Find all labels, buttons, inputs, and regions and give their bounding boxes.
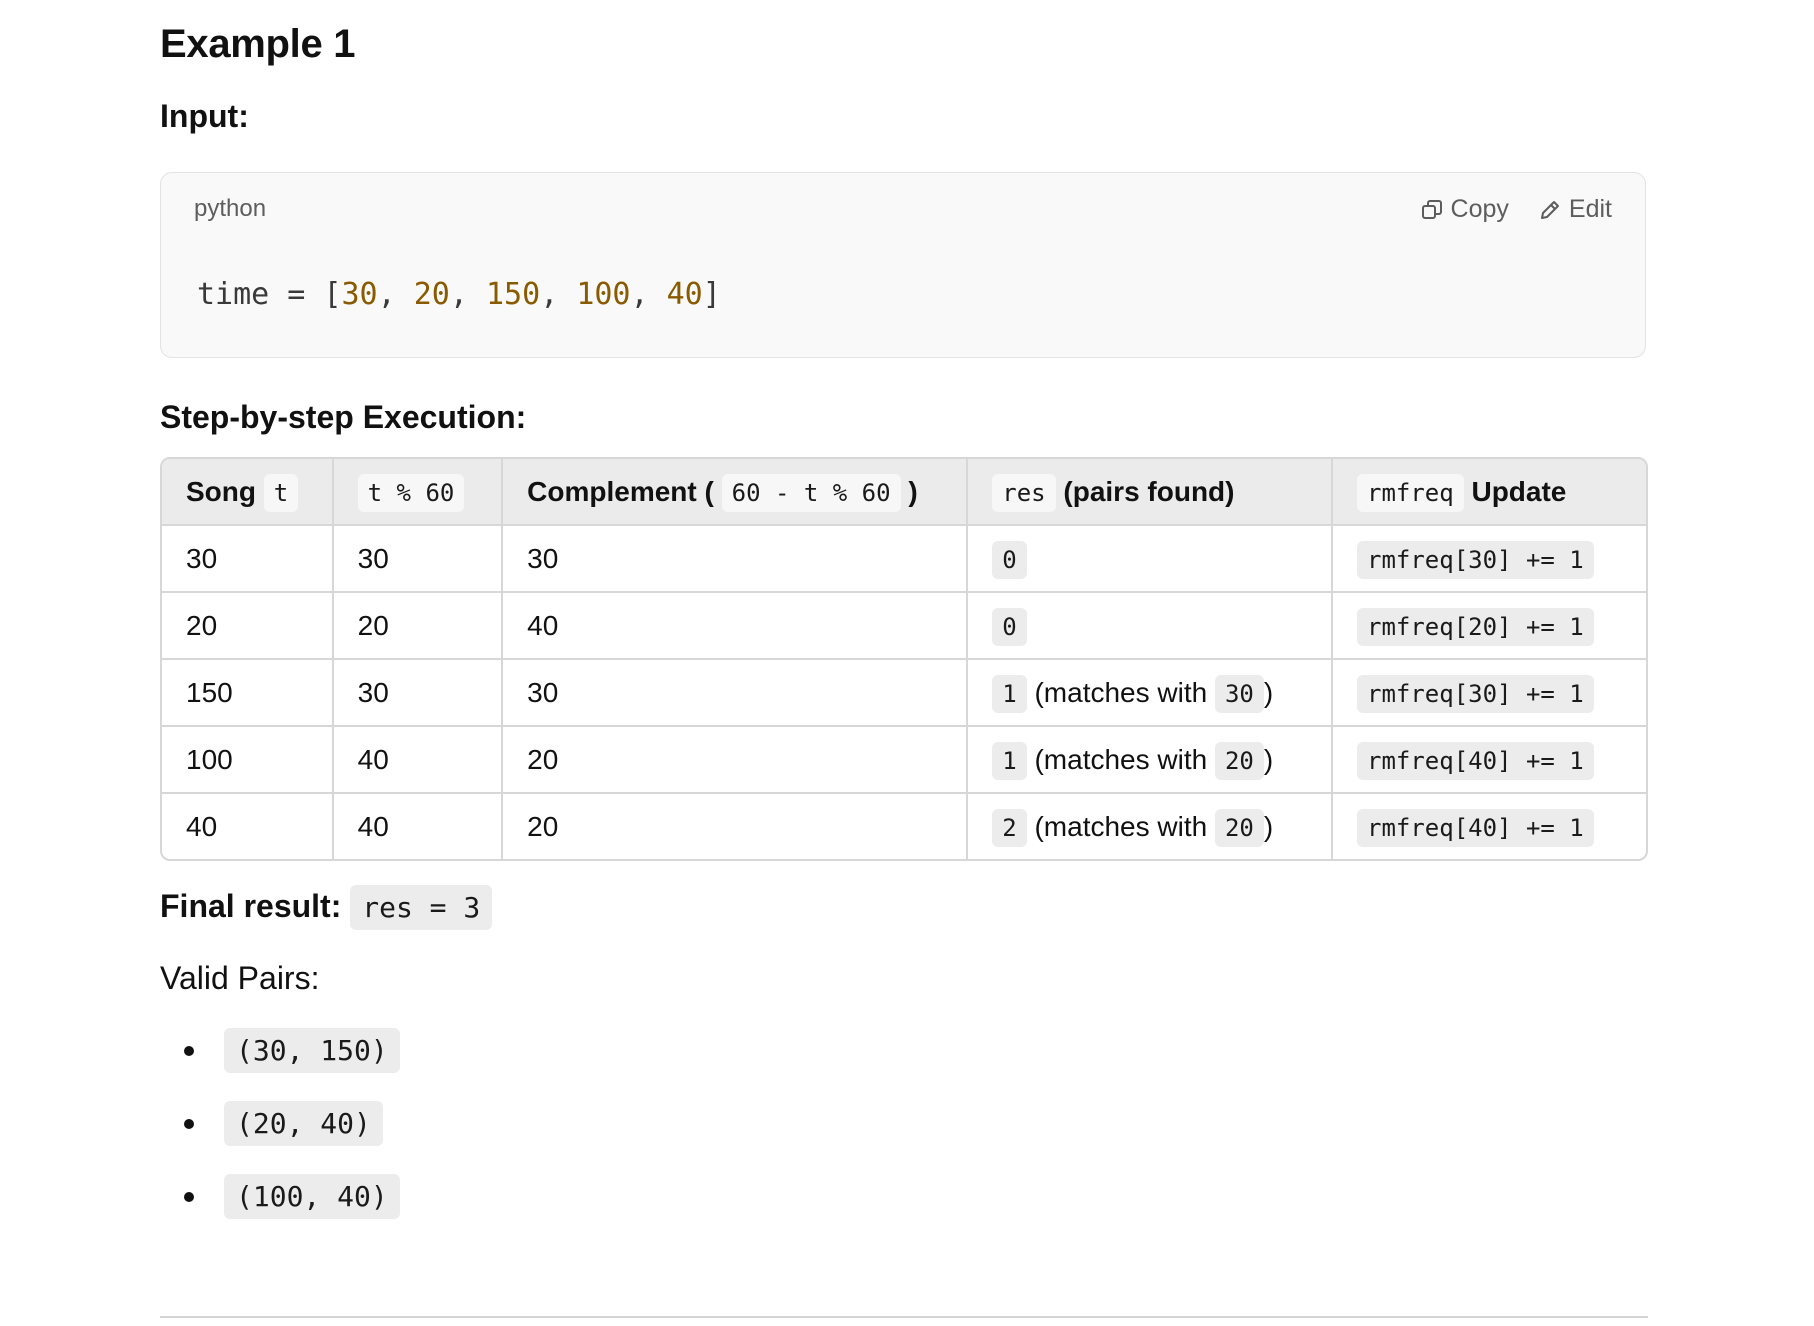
- cell-song: 150: [162, 660, 334, 727]
- table-row: 100 40 20 1 (matches with 20) rmfreq[40]…: [162, 727, 1646, 794]
- divider: [160, 1316, 1648, 1318]
- valid-pairs-heading: Valid Pairs:: [160, 960, 320, 996]
- code-operator: =: [269, 277, 324, 312]
- code-separator: ,: [377, 277, 414, 312]
- cell-complement: 30: [503, 660, 969, 727]
- copy-button[interactable]: Copy: [1421, 195, 1509, 224]
- copy-icon: [1421, 199, 1443, 221]
- cell-res: 1 (matches with 20): [968, 727, 1333, 794]
- final-result-code: res = 3: [350, 885, 493, 930]
- list-item: (100, 40): [160, 1173, 400, 1219]
- cell-song: 100: [162, 727, 334, 794]
- table-row: 20 20 40 0 rmfreq[20] += 1: [162, 593, 1646, 660]
- bullet-icon: [184, 1119, 194, 1129]
- table-row: 30 30 30 0 rmfreq[30] += 1: [162, 526, 1646, 593]
- code-number: 150: [486, 277, 541, 312]
- valid-pairs-list: (30, 150) (20, 40) (100, 40): [160, 1027, 400, 1247]
- cell-update: rmfreq[30] += 1: [1333, 526, 1646, 593]
- code-bracket-close: ]: [702, 277, 721, 312]
- table-header-row: Song t t % 60 Complement ( 60 - t % 60 )…: [162, 459, 1646, 526]
- code-block: python Copy Edit time = [30, 20, 150, 10…: [160, 172, 1646, 358]
- step-heading: Step-by-step Execution:: [160, 399, 527, 435]
- final-result: Final result: res = 3: [160, 884, 493, 930]
- cell-complement: 30: [503, 526, 969, 593]
- code-language-label: python: [194, 195, 267, 222]
- code-line: time = [30, 20, 150, 100, 40]: [197, 277, 721, 312]
- header-res: res (pairs found): [968, 459, 1333, 526]
- code-bracket-open: [: [323, 277, 342, 312]
- list-item: (30, 150): [160, 1027, 400, 1073]
- input-heading: Input:: [160, 98, 249, 134]
- header-song: Song t: [162, 459, 334, 526]
- edit-label: Edit: [1568, 195, 1612, 223]
- page-title: Example 1: [160, 22, 356, 66]
- code-separator: ,: [540, 277, 577, 312]
- cell-mod: 30: [333, 660, 504, 727]
- cell-mod: 40: [334, 794, 504, 859]
- cell-update: rmfreq[30] += 1: [1333, 660, 1646, 727]
- cell-mod: 30: [333, 526, 504, 593]
- execution-table: Song t t % 60 Complement ( 60 - t % 60 )…: [160, 457, 1648, 861]
- code-number: 20: [413, 277, 450, 312]
- header-complement: Complement ( 60 - t % 60 ): [503, 459, 969, 526]
- cell-complement: 20: [503, 794, 969, 859]
- edit-pencil-icon: [1539, 199, 1561, 221]
- code-separator: ,: [630, 277, 667, 312]
- bullet-icon: [184, 1192, 194, 1202]
- bullet-icon: [184, 1046, 194, 1056]
- cell-res: 2 (matches with 20): [968, 794, 1333, 859]
- cell-update: rmfreq[40] += 1: [1333, 794, 1646, 859]
- table-row: 40 40 20 2 (matches with 20) rmfreq[40] …: [162, 794, 1646, 859]
- copy-label: Copy: [1450, 195, 1509, 223]
- header-mod: t % 60: [333, 459, 504, 526]
- cell-song: 40: [162, 794, 334, 859]
- code-separator: ,: [449, 277, 486, 312]
- code-number: 40: [666, 277, 703, 312]
- table-row: 150 30 30 1 (matches with 30) rmfreq[30]…: [162, 660, 1646, 727]
- cell-complement: 20: [503, 727, 969, 794]
- code-variable: time: [197, 277, 270, 312]
- cell-mod: 20: [333, 593, 504, 660]
- list-item: (20, 40): [160, 1100, 400, 1146]
- cell-update: rmfreq[20] += 1: [1333, 593, 1646, 660]
- code-number: 30: [341, 277, 378, 312]
- cell-res: 0: [968, 593, 1333, 660]
- edit-button[interactable]: Edit: [1539, 195, 1612, 224]
- header-rmfreq: rmfreq Update: [1333, 459, 1646, 526]
- cell-res: 0: [968, 526, 1333, 593]
- code-number: 100: [576, 277, 631, 312]
- cell-song: 20: [162, 593, 334, 660]
- cell-complement: 40: [503, 593, 969, 660]
- code-actions: Copy Edit: [1421, 195, 1612, 224]
- cell-update: rmfreq[40] += 1: [1333, 727, 1646, 794]
- cell-song: 30: [162, 526, 334, 593]
- final-result-label: Final result:: [160, 888, 342, 924]
- cell-res: 1 (matches with 30): [968, 660, 1333, 727]
- cell-mod: 40: [333, 727, 504, 794]
